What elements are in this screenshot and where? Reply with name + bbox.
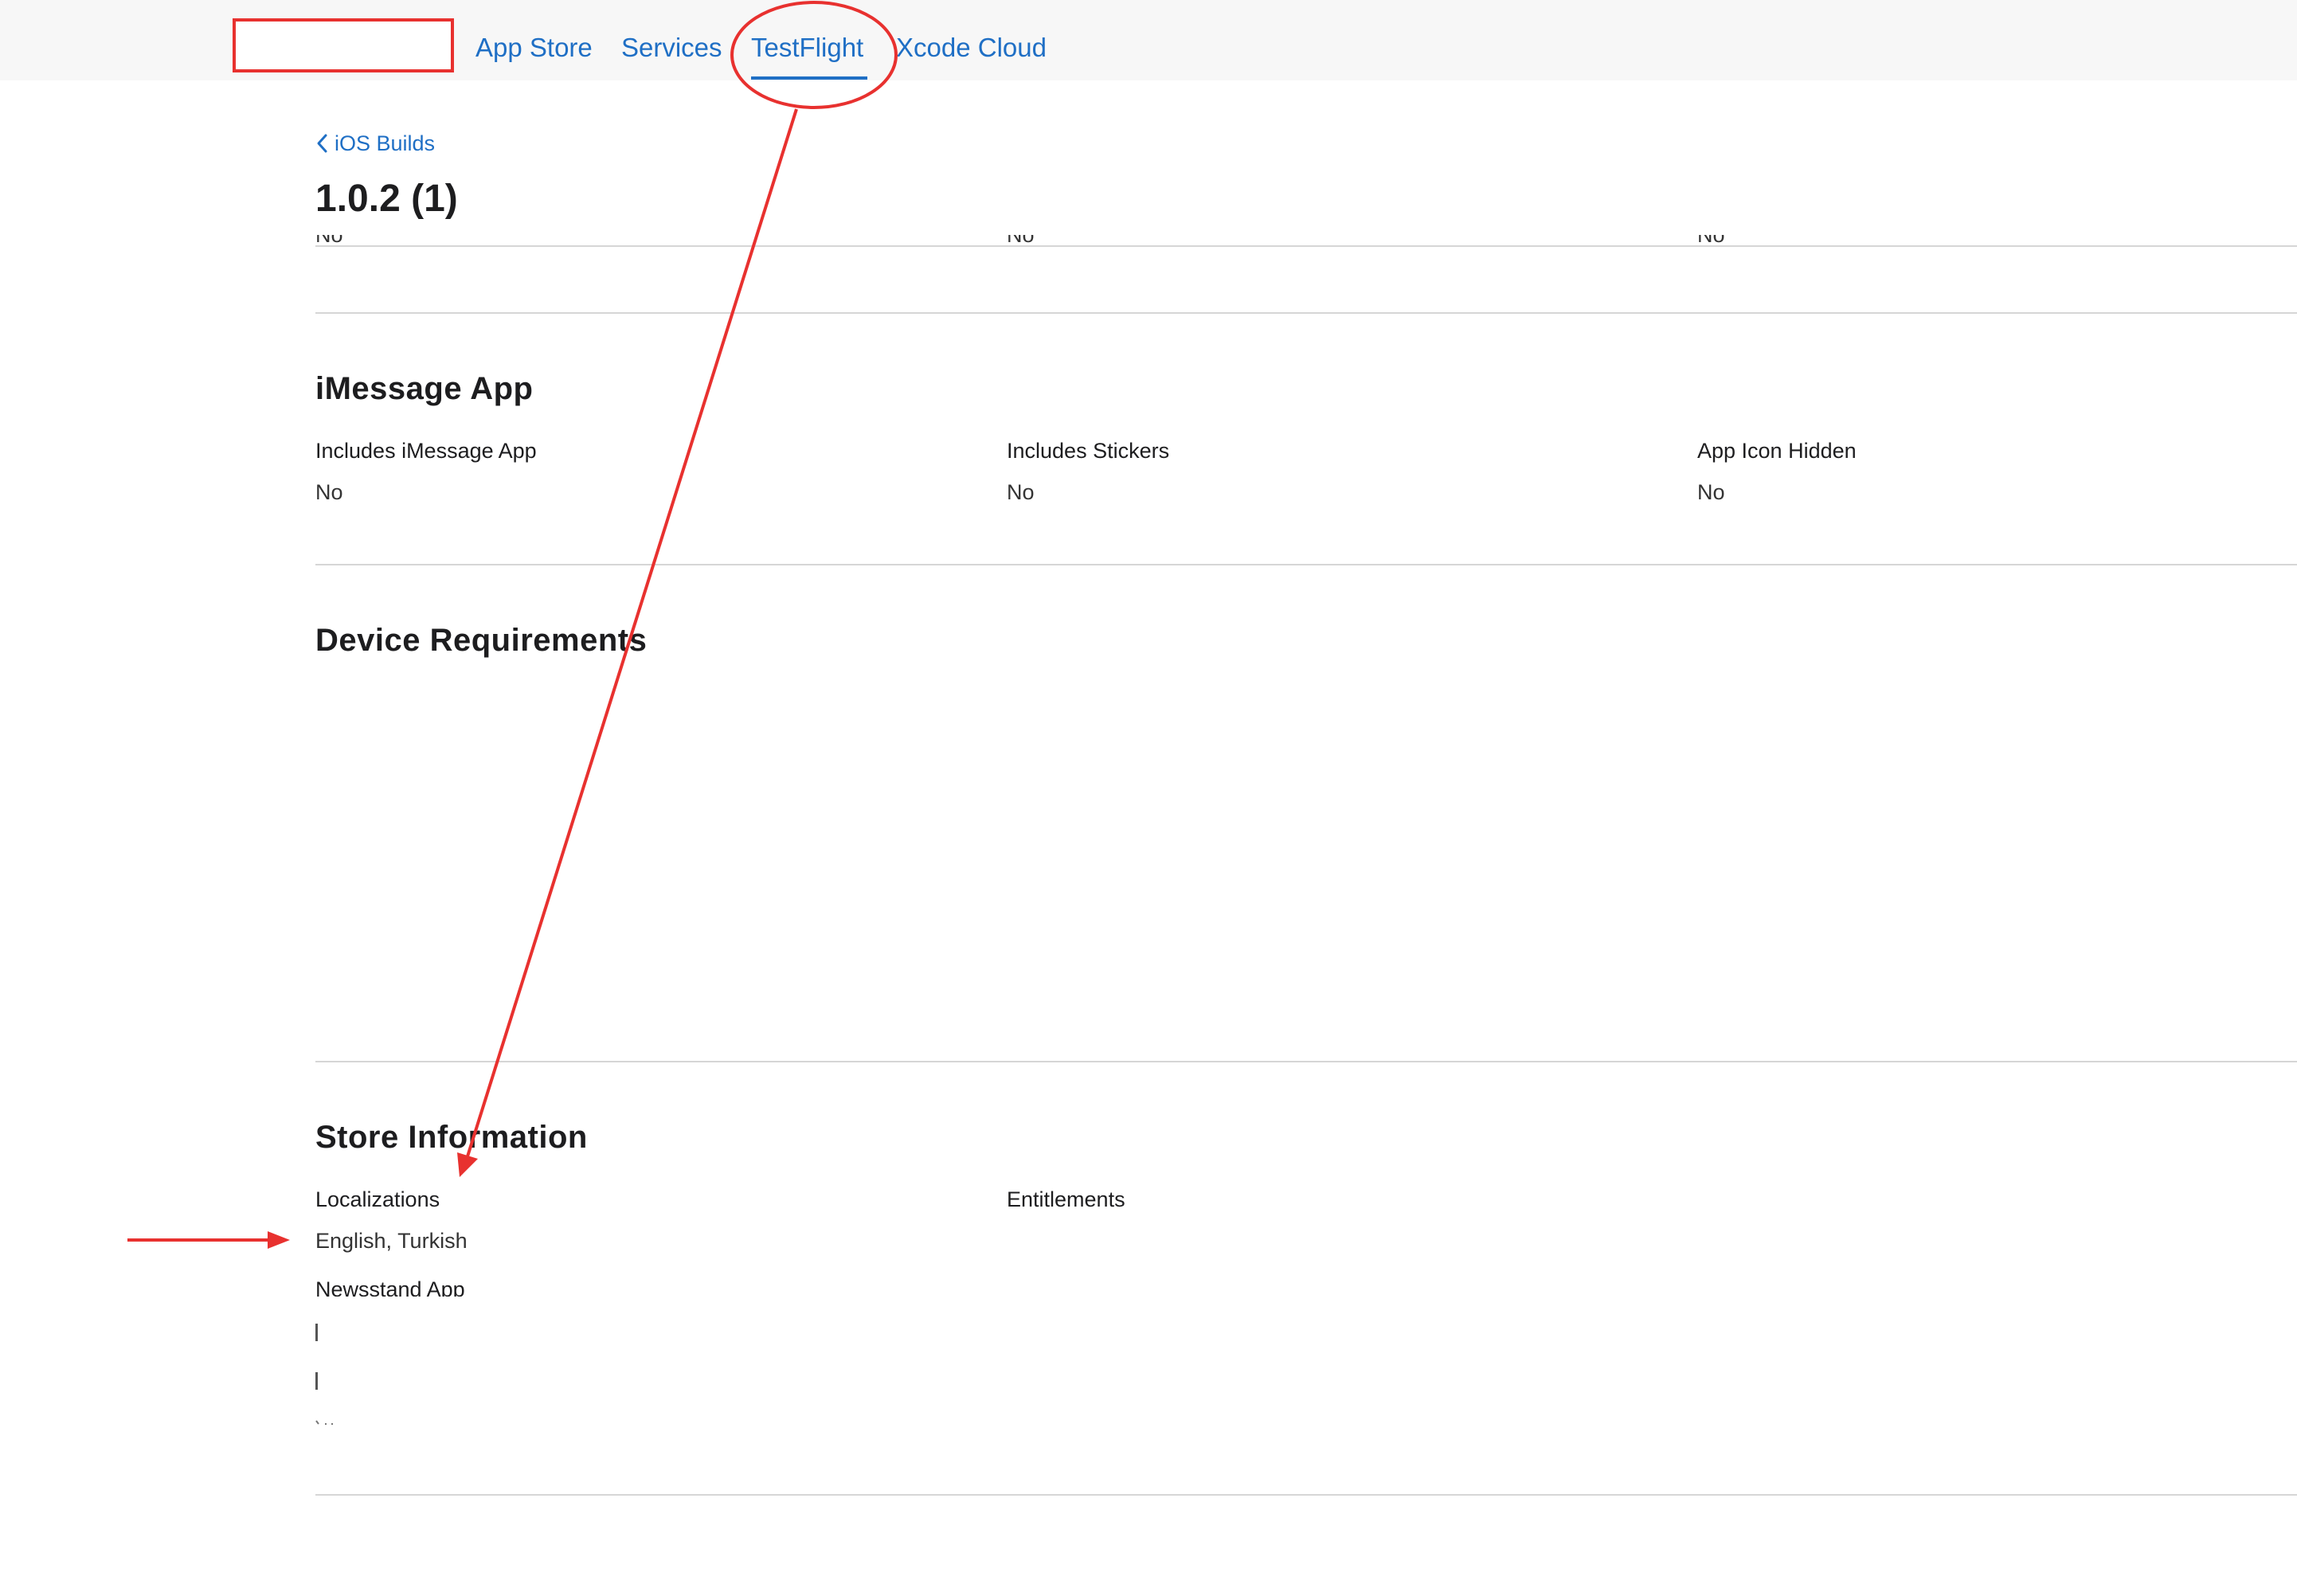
header-divider	[315, 245, 2297, 247]
top-navigation-bar: App Store Services TestFlight Xcode Clou…	[0, 0, 2297, 80]
field-value: No	[1697, 480, 1725, 504]
localizations-label: Localizations	[315, 1187, 440, 1211]
clipped-value: No	[1007, 235, 1070, 246]
section-divider	[315, 312, 2297, 314]
entitlements-label: Entitlements	[1007, 1187, 1125, 1211]
redacted-logo-annotation-box	[233, 18, 454, 72]
section-title-device-requirements: Device Requirements	[315, 623, 648, 658]
field-label: Includes iMessage App	[315, 439, 537, 463]
page-title: 1.0.2 (1)	[315, 178, 458, 220]
field-label: Includes Stickers	[1007, 439, 1170, 463]
chevron-left-icon	[317, 134, 327, 153]
newsstand-label: Newsstand App	[315, 1277, 465, 1297]
clipped-text-fragment	[315, 1372, 318, 1390]
back-to-ios-builds-link[interactable]: iOS Builds	[315, 129, 435, 158]
nav-link-xcode-cloud[interactable]: Xcode Cloud	[896, 30, 1047, 65]
field-label: App Icon Hidden	[1697, 439, 1857, 463]
side-arrow-head	[268, 1231, 290, 1249]
active-tab-underline	[751, 76, 867, 80]
section-title-imessage: iMessage App	[315, 371, 534, 406]
nav-link-services[interactable]: Services	[621, 30, 722, 65]
newsstand-label-clipped: Newsstand App	[315, 1276, 554, 1297]
clipped-value: No	[315, 235, 379, 246]
localizations-value: English, Turkish	[315, 1229, 468, 1253]
field-value: No	[1007, 480, 1035, 504]
section-divider	[315, 564, 2297, 565]
section-divider	[315, 1061, 2297, 1062]
nav-link-app-store[interactable]: App Store	[475, 30, 593, 65]
section-title-store-information: Store Information	[315, 1120, 588, 1155]
nav-link-testflight[interactable]: TestFlight	[751, 30, 863, 65]
section-divider	[315, 1494, 2297, 1496]
field-value: No	[315, 480, 343, 504]
clipped-value: No	[1697, 235, 1761, 246]
back-link-label: iOS Builds	[335, 131, 436, 155]
clipped-text-fragment	[315, 1414, 338, 1425]
clipped-text-fragment	[315, 1324, 318, 1341]
